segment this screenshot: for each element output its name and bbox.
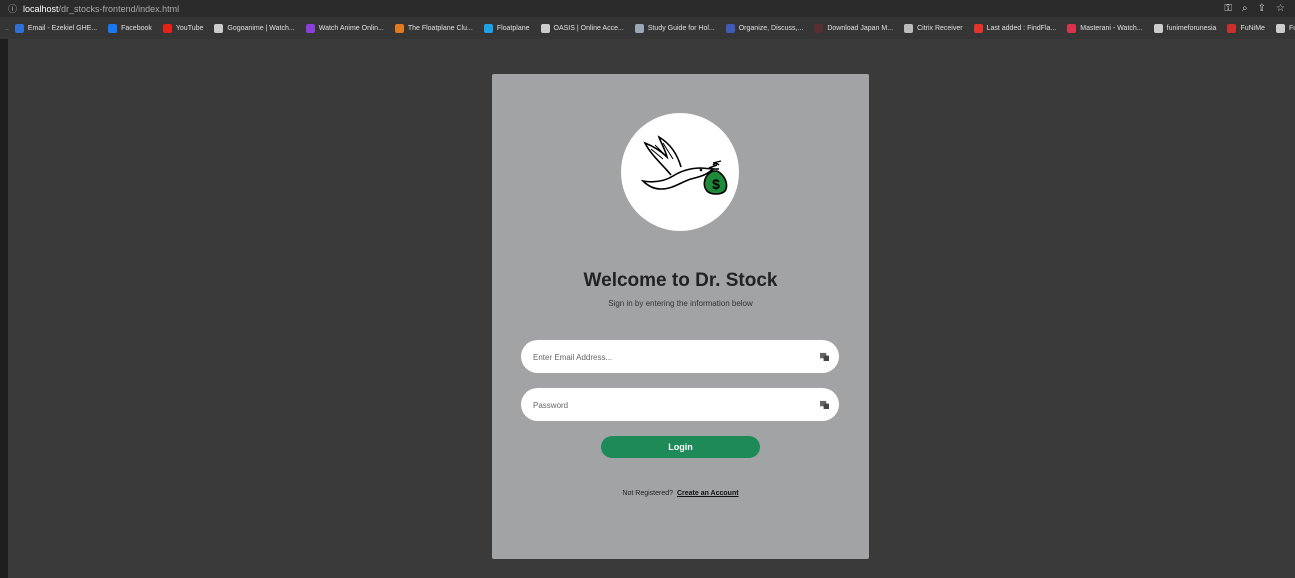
bookmark-label: Floatplane (496, 24, 530, 32)
url-path: /dr_stocks-frontend/index.html (58, 3, 180, 14)
star-icon[interactable]: ☆ (1276, 3, 1285, 14)
info-icon[interactable]: ⓘ (8, 2, 17, 15)
bookmark-item[interactable]: Facebook (108, 23, 152, 33)
dove-money-bag-logo: $ (621, 113, 739, 231)
bookmark-item[interactable]: Masterani - Watch... (1067, 23, 1143, 33)
bookmark-label: Watch Anime Onlin... (318, 24, 384, 32)
bookmark-favicon-icon (1275, 23, 1285, 33)
bookmarks-overflow-icon[interactable]: .. (5, 25, 9, 32)
bookmark-favicon-icon (634, 23, 644, 33)
bookmark-item[interactable]: funimeforunesia (1153, 23, 1217, 33)
bookmark-favicon-icon (214, 23, 224, 33)
bookmark-favicon-icon (14, 23, 24, 33)
password-manager-icon[interactable] (820, 400, 829, 409)
password-field[interactable] (521, 388, 839, 423)
bookmark-label: Citrix Receiver (917, 24, 963, 32)
share-icon[interactable]: ⇪ (1258, 3, 1266, 14)
bookmark-label: The Floatplane Clu... (407, 24, 473, 32)
bookmark-favicon-icon (1067, 23, 1077, 33)
create-account-link[interactable]: Create an Account (677, 490, 739, 497)
bookmark-item[interactable]: FuNiMe (1227, 23, 1265, 33)
bookmark-favicon-icon (305, 23, 315, 33)
password-manager-icon[interactable] (820, 352, 829, 361)
address-bar[interactable]: ⓘ localhost/dr_stocks-frontend/index.htm… (0, 0, 1295, 17)
left-edge-strip (0, 39, 8, 578)
bookmarks-bar: .. Email - Ezekiel GHE... Facebook YouTube… (0, 17, 1295, 39)
bookmark-label: Study Guide for Hol... (647, 24, 715, 32)
key-icon[interactable]: ⚿ (1224, 3, 1232, 14)
bookmark-favicon-icon (108, 23, 118, 33)
bookmark-label: FuNiMe (1240, 24, 1265, 32)
bookmark-item[interactable]: OASIS | Online Acce... (540, 23, 624, 33)
bookmark-favicon-icon (394, 23, 404, 33)
bookmark-favicon-icon (540, 23, 550, 33)
bookmark-label: Gogoanime | Watch... (227, 24, 295, 32)
bookmark-favicon-icon (973, 23, 983, 33)
register-prompt: Not Registered? Create an Account (492, 490, 869, 497)
bookmark-favicon-icon (904, 23, 914, 33)
password-input[interactable] (531, 388, 815, 423)
bookmark-item[interactable]: Gogoanime | Watch... (214, 23, 295, 33)
bookmark-item[interactable]: Fu (1275, 23, 1295, 33)
bookmark-label: Fu (1288, 24, 1295, 32)
bookmark-item[interactable]: Email - Ezekiel GHE... (14, 23, 98, 33)
bookmark-item[interactable]: Floatplane (483, 23, 530, 33)
url-text[interactable]: localhost/dr_stocks-frontend/index.html (23, 4, 179, 14)
bookmark-favicon-icon (725, 23, 735, 33)
page-title: Welcome to Dr. Stock (583, 270, 778, 291)
bookmark-item[interactable]: The Floatplane Clu... (394, 23, 473, 33)
bookmark-favicon-icon (1227, 23, 1237, 33)
bookmark-item[interactable]: Watch Anime Onlin... (305, 23, 384, 33)
bookmark-favicon-icon (162, 23, 172, 33)
bookmark-item[interactable]: YouTube (162, 23, 204, 33)
bookmark-favicon-icon (814, 23, 824, 33)
login-card: $ Welcome to Dr. Stock Sign in by enteri… (492, 74, 869, 559)
bookmark-label: Masterani - Watch... (1080, 24, 1143, 32)
dove-icon: $ (640, 135, 728, 195)
url-host: localhost (23, 3, 59, 14)
bookmark-label: OASIS | Online Acce... (553, 24, 624, 32)
bookmark-item[interactable]: Study Guide for Hol... (634, 23, 715, 33)
bookmark-item[interactable]: Last added : FindFla... (973, 23, 1057, 33)
bookmark-label: Facebook (121, 24, 152, 32)
not-registered-text: Not Registered? (622, 490, 674, 497)
bookmark-label: Email - Ezekiel GHE... (27, 24, 98, 32)
bookmark-favicon-icon (1153, 23, 1163, 33)
svg-text:$: $ (712, 176, 720, 192)
zoom-icon[interactable]: ⌕ (1242, 3, 1248, 14)
email-input[interactable] (531, 340, 815, 375)
bookmark-label: funimeforunesia (1166, 24, 1217, 32)
bookmark-item[interactable]: Organize, Discuss,... (725, 23, 804, 33)
bookmark-item[interactable]: Citrix Receiver (904, 23, 963, 33)
email-field[interactable] (521, 340, 839, 375)
bookmark-label: Last added : FindFla... (986, 24, 1057, 32)
bookmark-favicon-icon (483, 23, 493, 33)
bookmark-label: Organize, Discuss,... (738, 24, 804, 32)
bookmark-item[interactable]: Download Japan M... (814, 23, 894, 33)
bookmark-label: Download Japan M... (827, 24, 894, 32)
page-subtitle: Sign in by entering the information belo… (608, 299, 753, 308)
login-button[interactable]: Login (601, 436, 760, 458)
bookmark-label: YouTube (175, 24, 204, 32)
